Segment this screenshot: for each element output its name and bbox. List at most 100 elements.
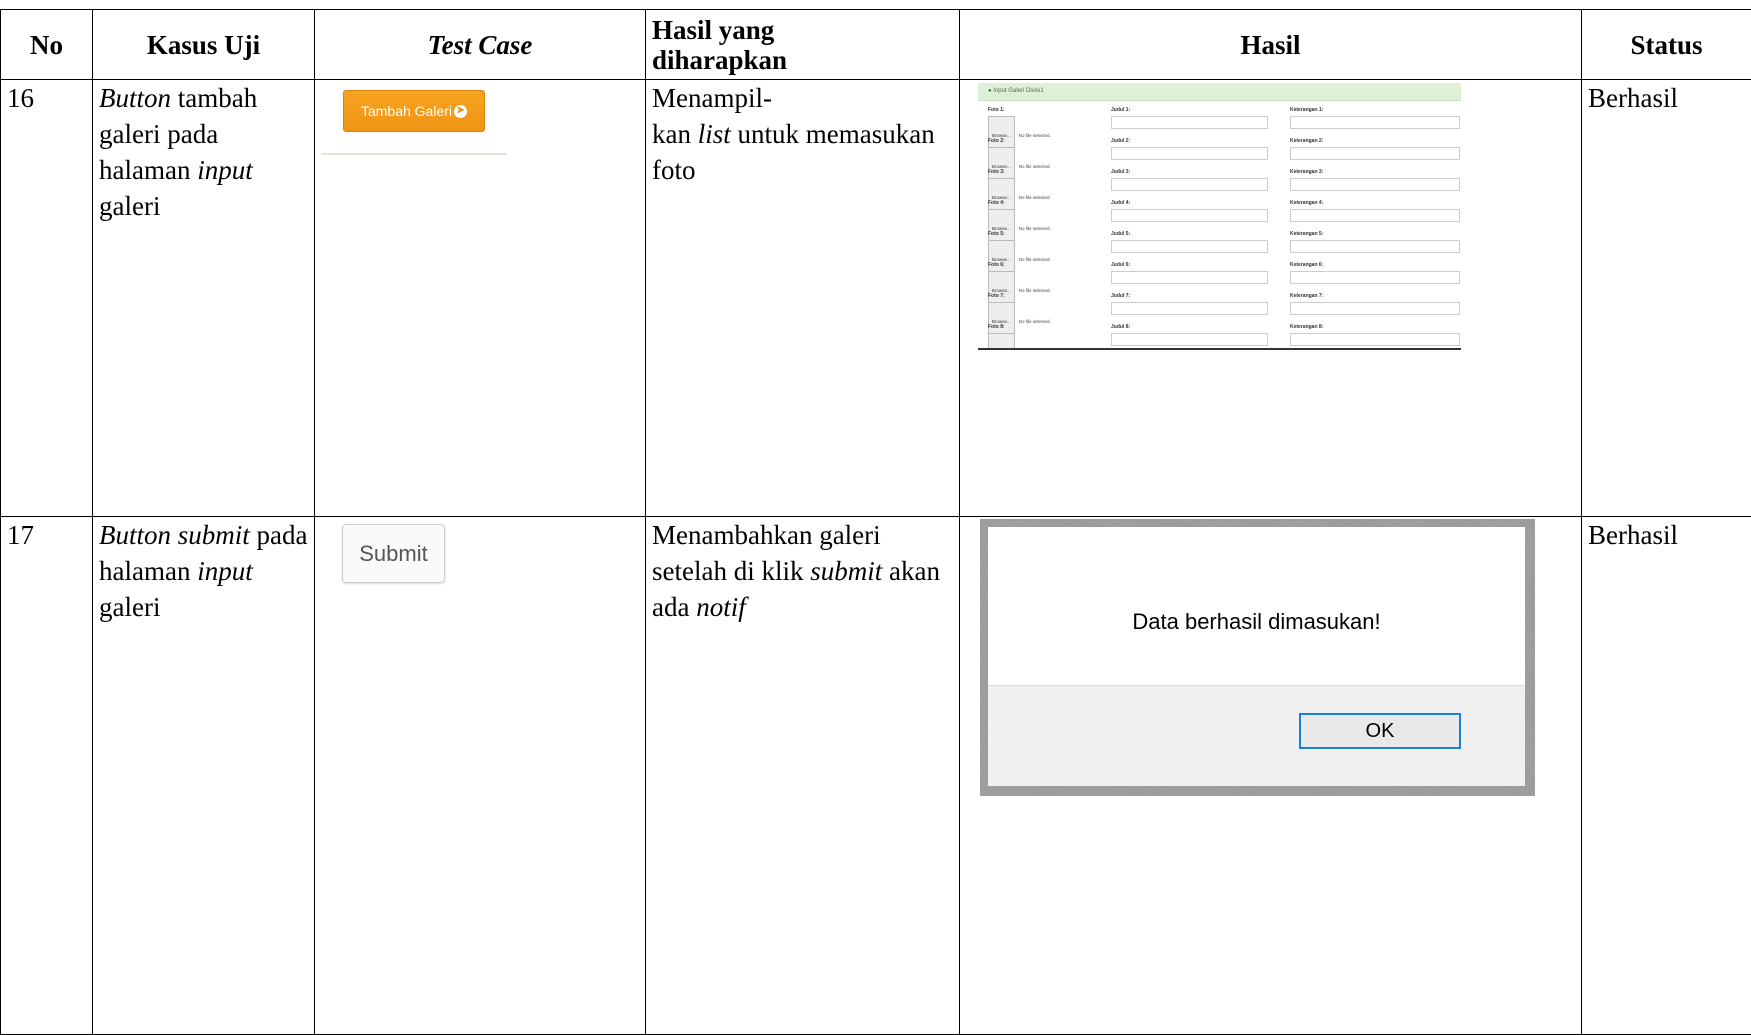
gallery-form-row: Foto 2:Browse...No file selected.Judul 2… xyxy=(988,138,1451,169)
expected-text: Menampil- xyxy=(652,83,772,113)
judul-label: Judul 3: xyxy=(1111,169,1268,176)
keterangan-label: Keterangan 8: xyxy=(1290,324,1460,331)
header-row: No Kasus Uji Test Case Hasil yangdiharap… xyxy=(1,10,1751,80)
kasus-text: galeri xyxy=(99,592,160,622)
ok-button[interactable]: OK xyxy=(1299,713,1461,749)
keterangan-input[interactable] xyxy=(1290,333,1460,346)
kasus-text: input xyxy=(197,556,253,586)
keterangan-label: Keterangan 7: xyxy=(1290,293,1460,300)
gallery-form-row: Foto 8: Browse... No file selected. Judul 8… xyxy=(988,324,1451,350)
expected-text: notif xyxy=(696,592,746,622)
status-cell: Berhasil xyxy=(1582,80,1751,517)
keterangan-input[interactable] xyxy=(1290,147,1460,160)
judul-label: Judul 2: xyxy=(1111,138,1268,145)
header-status: Status xyxy=(1582,10,1751,80)
expected-text: submit xyxy=(810,556,882,586)
judul-label: Judul 1: xyxy=(1111,107,1268,114)
hasil-cell: ● Input Galeri Divisi1 Foto 1:Browse...N… xyxy=(960,80,1582,517)
header-hasil-diharapkan-line1: Hasil yang xyxy=(652,15,774,45)
judul-field: Judul 8: xyxy=(1111,324,1268,350)
judul-label: Judul 6: xyxy=(1111,262,1268,269)
expected-cell: Menampil-kan list untuk memasukan foto xyxy=(646,80,960,517)
foto-label: Foto 7: xyxy=(988,293,1098,300)
no-file-text: No file selected. xyxy=(1019,335,1051,350)
foto-label: Foto 5: xyxy=(988,231,1098,238)
gallery-form-screenshot: ● Input Galeri Divisi1 Foto 1:Browse...N… xyxy=(978,83,1461,350)
gallery-form-row: Foto 6:Browse...No file selected.Judul 6… xyxy=(988,262,1451,293)
row-number: 16 xyxy=(1,80,93,517)
table-row: 16 Button tambah galeri pada halaman inp… xyxy=(1,80,1751,517)
status-cell: Berhasil xyxy=(1582,517,1751,1035)
test-case-cell: Submit xyxy=(315,517,646,1035)
gallery-form-title: Input Galeri Divisi1 xyxy=(993,88,1043,94)
keterangan-label: Keterangan 2: xyxy=(1290,138,1460,145)
judul-input[interactable] xyxy=(1111,147,1268,160)
header-no: No xyxy=(1,10,93,80)
submit-button[interactable]: Submit xyxy=(342,524,445,583)
judul-label: Judul 8: xyxy=(1111,324,1268,331)
gallery-form-row: Foto 7:Browse...No file selected.Judul 7… xyxy=(988,293,1451,324)
keterangan-input[interactable] xyxy=(1290,209,1460,222)
keterangan-input[interactable] xyxy=(1290,302,1460,315)
divider xyxy=(321,153,507,155)
alert-dialog: Data berhasil dimasukan! OK xyxy=(988,527,1525,786)
judul-input[interactable] xyxy=(1111,271,1268,284)
kasus-text: input xyxy=(197,155,253,185)
foto-label: Foto 2: xyxy=(988,138,1098,145)
gallery-form-row: Foto 1:Browse...No file selected.Judul 1… xyxy=(988,107,1451,138)
browse-button[interactable]: Browse... xyxy=(988,333,1015,350)
test-case-cell: Tambah Galeri ➤ xyxy=(315,80,646,517)
foto-label: Foto 3: xyxy=(988,169,1098,176)
judul-input[interactable] xyxy=(1111,209,1268,222)
gallery-form-row: Foto 5:Browse...No file selected.Judul 5… xyxy=(988,231,1451,262)
kasus-text: Button xyxy=(99,83,171,113)
gallery-form-row: Foto 3:Browse...No file selected.Judul 3… xyxy=(988,169,1451,200)
header-hasil-diharapkan-line2: diharapkan xyxy=(652,45,787,75)
header-kasus-uji: Kasus Uji xyxy=(93,10,315,80)
judul-input[interactable] xyxy=(1111,302,1268,315)
keterangan-label: Keterangan 3: xyxy=(1290,169,1460,176)
judul-label: Judul 4: xyxy=(1111,200,1268,207)
expected-text: kan xyxy=(652,119,698,149)
keterangan-label: Keterangan 1: xyxy=(1290,107,1460,114)
alert-footer: OK xyxy=(988,685,1525,786)
keterangan-field: Keterangan 8: xyxy=(1290,324,1460,350)
kasus-text: Button submit xyxy=(99,520,250,550)
keterangan-label: Keterangan 6: xyxy=(1290,262,1460,269)
kasus-uji-cell: Button submit pada halaman input galeri xyxy=(93,517,315,1035)
expected-cell: Menambahkan galeri setelah di klik submi… xyxy=(646,517,960,1035)
foto-label: Foto 8: xyxy=(988,324,1098,331)
header-hasil: Hasil xyxy=(960,10,1582,80)
arrow-right-circle-icon: ➤ xyxy=(454,105,467,118)
kasus-text: galeri xyxy=(99,191,160,221)
foto-label: Foto 1: xyxy=(988,107,1098,114)
keterangan-input[interactable] xyxy=(1290,178,1460,191)
test-case-table: No Kasus Uji Test Case Hasil yangdiharap… xyxy=(0,9,1751,1035)
table-row: 17 Button submit pada halaman input gale… xyxy=(1,517,1751,1035)
alert-dialog-screenshot: Data berhasil dimasukan! OK xyxy=(980,519,1535,796)
alert-message: Data berhasil dimasukan! xyxy=(988,604,1525,640)
foto-label: Foto 6: xyxy=(988,262,1098,269)
kasus-uji-cell: Button tambah galeri pada halaman input … xyxy=(93,80,315,517)
gallery-form-header: ● Input Galeri Divisi1 xyxy=(978,83,1461,101)
tambah-galeri-label: Tambah Galeri xyxy=(361,93,452,129)
judul-label: Judul 7: xyxy=(1111,293,1268,300)
file-picker: Browse... No file selected. xyxy=(988,333,1098,350)
judul-input[interactable] xyxy=(1111,116,1268,129)
hasil-cell: Data berhasil dimasukan! OK xyxy=(960,517,1582,1035)
judul-input[interactable] xyxy=(1111,333,1268,346)
keterangan-input[interactable] xyxy=(1290,116,1460,129)
header-test-case: Test Case xyxy=(315,10,646,80)
expected-text: list xyxy=(698,119,731,149)
foto-label: Foto 4: xyxy=(988,200,1098,207)
keterangan-input[interactable] xyxy=(1290,240,1460,253)
keterangan-input[interactable] xyxy=(1290,271,1460,284)
judul-input[interactable] xyxy=(1111,240,1268,253)
tambah-galeri-button[interactable]: Tambah Galeri ➤ xyxy=(343,90,485,132)
gallery-form-row: Foto 4:Browse...No file selected.Judul 4… xyxy=(988,200,1451,231)
judul-input[interactable] xyxy=(1111,178,1268,191)
judul-label: Judul 5: xyxy=(1111,231,1268,238)
keterangan-label: Keterangan 5: xyxy=(1290,231,1460,238)
row-number: 17 xyxy=(1,517,93,1035)
header-hasil-diharapkan: Hasil yangdiharapkan xyxy=(646,10,960,80)
